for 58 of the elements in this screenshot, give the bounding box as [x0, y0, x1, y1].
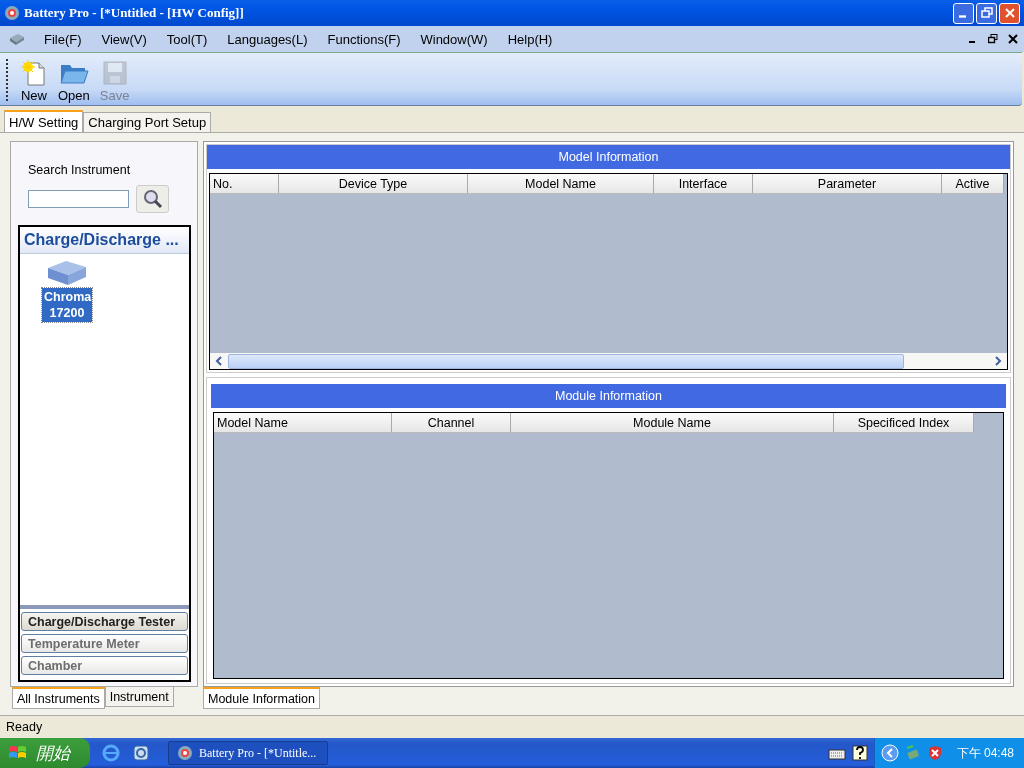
- window-title: Battery Pro - [*Untitled - [HW Config]]: [24, 5, 244, 21]
- column-header[interactable]: Specificed Index: [834, 413, 974, 433]
- toolbar-button[interactable]: Open: [56, 60, 92, 103]
- column-header[interactable]: Model Name: [214, 413, 392, 433]
- app-icon: [4, 5, 20, 21]
- help-icon[interactable]: [851, 745, 868, 761]
- restore-icon[interactable]: [988, 34, 998, 44]
- shield-icon[interactable]: [926, 745, 943, 761]
- keyboard-icon[interactable]: [827, 746, 846, 760]
- column-header[interactable]: Interface: [654, 174, 753, 194]
- clock: 下午 04:48: [956, 744, 1014, 762]
- column-header[interactable]: No.: [210, 174, 279, 194]
- browser-icon[interactable]: [102, 744, 120, 762]
- status-text: Ready: [6, 720, 43, 734]
- section-header: Model Information: [207, 145, 1010, 169]
- app-icon: [177, 745, 193, 761]
- close-icon[interactable]: [1008, 34, 1018, 44]
- column-header[interactable]: Parameter: [753, 174, 942, 194]
- restore-icon: [980, 7, 993, 19]
- close-button[interactable]: [999, 2, 1020, 24]
- taskbar-button[interactable]: Battery Pro - [*Untitle...: [168, 741, 328, 765]
- search-icon: [142, 189, 163, 209]
- column-header[interactable]: Active: [942, 174, 1004, 194]
- minimize-icon: [958, 15, 966, 18]
- tab[interactable]: Instrument: [104, 687, 174, 707]
- menu-item[interactable]: Window(W): [410, 31, 498, 47]
- tab[interactable]: Module Information: [203, 687, 320, 709]
- menu-item[interactable]: Tool(T): [156, 31, 218, 47]
- tab[interactable]: All Instruments: [12, 687, 105, 709]
- tab[interactable]: H/W Setting: [4, 110, 84, 132]
- new-file-icon: [20, 60, 48, 86]
- menu-item[interactable]: File(F): [34, 31, 92, 47]
- close-icon: [1003, 7, 1016, 19]
- menu-item[interactable]: Functions(F): [317, 31, 411, 47]
- group-header: Charge/Discharge ...: [20, 227, 189, 254]
- column-header[interactable]: Module Name: [511, 413, 834, 433]
- chevron-left-icon[interactable]: [880, 744, 899, 762]
- search-field[interactable]: [28, 190, 129, 208]
- category-button[interactable]: Chamber: [21, 656, 188, 675]
- tab[interactable]: Charging Port Setup: [83, 112, 212, 132]
- column-header[interactable]: Model Name: [468, 174, 654, 194]
- minimize-button[interactable]: [953, 2, 974, 24]
- restore-button[interactable]: [976, 2, 997, 24]
- start-button[interactable]: 開始: [0, 738, 90, 768]
- menu-item[interactable]: Languages(L): [217, 31, 318, 47]
- menu-item[interactable]: Help(H): [497, 31, 563, 47]
- category-button[interactable]: Temperature Meter: [21, 634, 188, 653]
- menu-item[interactable]: View(V): [91, 31, 157, 47]
- horizontal-scrollbar[interactable]: [210, 353, 1007, 369]
- search-button[interactable]: [136, 185, 169, 213]
- app-shortcut-icon[interactable]: [132, 744, 150, 762]
- toolbar-button[interactable]: New: [18, 60, 50, 103]
- section-header: Module Information: [211, 384, 1006, 408]
- category-button[interactable]: Charge/Discharge Tester: [21, 612, 188, 631]
- column-header[interactable]: Channel: [392, 413, 511, 433]
- search-label: Search Instrument: [28, 163, 132, 177]
- instrument-item[interactable]: Chroma 17200: [42, 288, 92, 322]
- column-header[interactable]: Device Type: [279, 174, 468, 194]
